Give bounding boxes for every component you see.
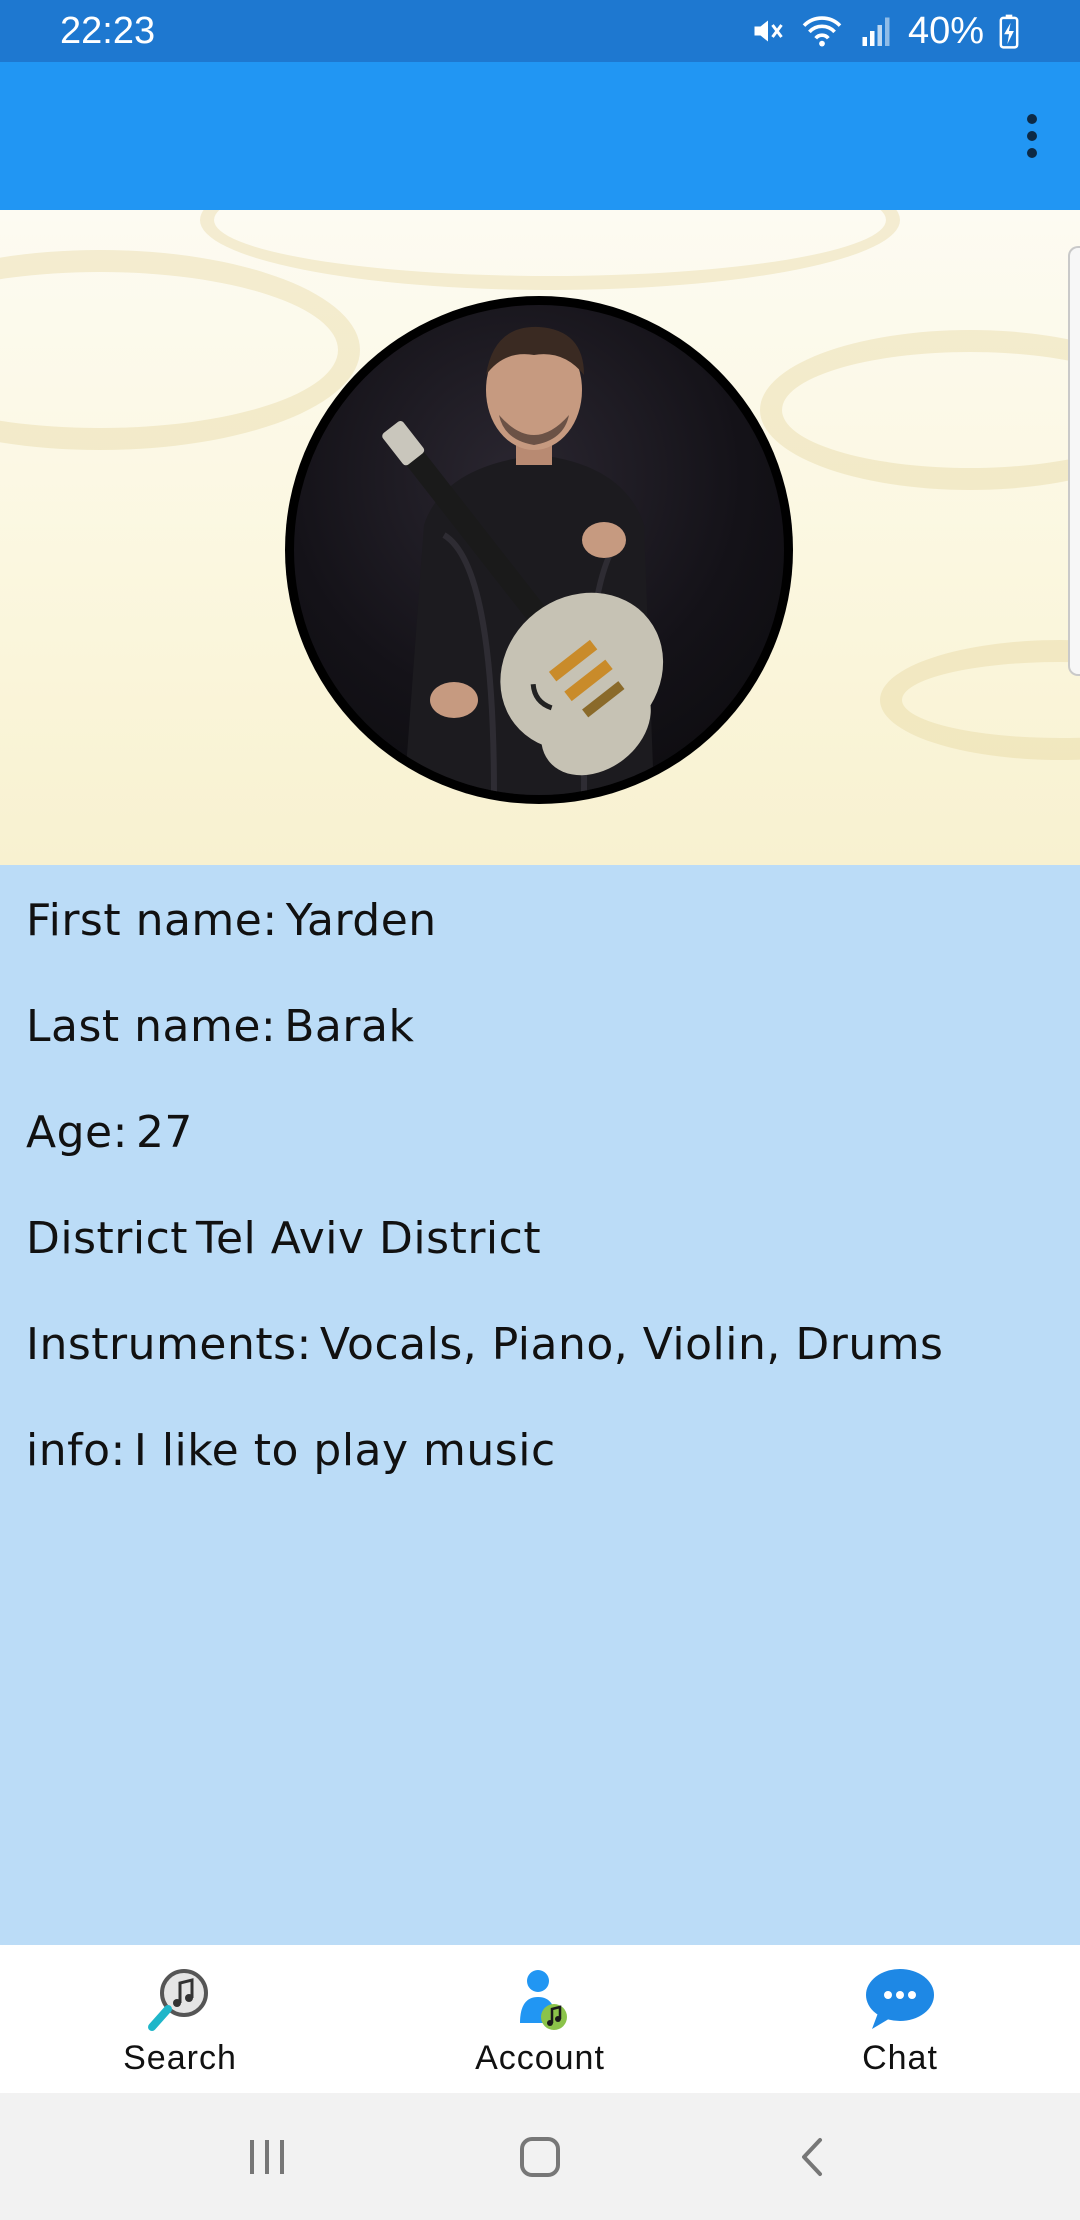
last-name-label: Last name: xyxy=(26,1001,277,1052)
profile-details: First name: Yarden Last name: Barak Age: 27… xyxy=(0,865,1080,1945)
info-row: info: I like to play music xyxy=(26,1425,556,1476)
back-icon[interactable] xyxy=(773,2117,853,2197)
more-vert-icon[interactable] xyxy=(1008,106,1056,166)
age-row: Age: 27 xyxy=(26,1107,193,1158)
info-label: info: xyxy=(26,1425,126,1476)
first-name-row: First name: Yarden xyxy=(26,895,437,946)
decorative-swirl xyxy=(200,210,900,290)
nav-chat-label: Chat xyxy=(862,2039,938,2077)
profile-photo xyxy=(294,305,784,795)
home-icon[interactable] xyxy=(500,2117,580,2197)
battery-charging-icon xyxy=(999,14,1019,49)
account-music-icon xyxy=(520,1970,567,2030)
status-bar: 22:23 40% xyxy=(0,0,1080,62)
system-navigation-bar xyxy=(0,2093,1080,2220)
status-time: 22:23 xyxy=(60,9,156,52)
nav-search[interactable]: Search xyxy=(0,1945,360,2093)
last-name-row: Last name: Barak xyxy=(26,1001,414,1052)
music-search-icon xyxy=(148,1969,208,2031)
recent-apps-icon[interactable] xyxy=(227,2117,307,2197)
district-label: District xyxy=(26,1213,189,1264)
age-value: 27 xyxy=(135,1107,193,1158)
instruments-value: Vocals, Piano, Violin, Drums xyxy=(319,1319,944,1370)
age-label: Age: xyxy=(26,1107,128,1158)
guitarist-illustration xyxy=(382,326,664,795)
status-icons: 40% xyxy=(750,10,1020,53)
instruments-label: Instruments: xyxy=(26,1319,312,1370)
signal-icon xyxy=(862,17,890,46)
app-bar xyxy=(0,62,1080,210)
decorative-swirl xyxy=(760,330,1080,490)
decorative-swirl xyxy=(880,640,1080,760)
wifi-icon xyxy=(802,16,842,47)
district-value: Tel Aviv District xyxy=(196,1213,542,1264)
nav-chat[interactable]: Chat xyxy=(720,1945,1080,2093)
district-row: District Tel Aviv District xyxy=(26,1213,541,1264)
nav-account[interactable]: Account xyxy=(360,1945,720,2093)
chat-bubble-icon xyxy=(866,1969,934,2029)
first-name-value: Yarden xyxy=(285,895,437,946)
first-name-label: First name: xyxy=(26,895,278,946)
profile-banner xyxy=(0,210,1080,865)
decorative-swirl xyxy=(0,250,360,450)
mute-icon xyxy=(754,20,783,42)
nav-search-label: Search xyxy=(123,2039,237,2077)
last-name-value: Barak xyxy=(284,1001,415,1052)
drawer-handle[interactable] xyxy=(1068,246,1080,676)
battery-percent: 40% xyxy=(907,9,984,52)
instruments-row: Instruments: Vocals, Piano, Violin, Drums xyxy=(26,1319,943,1370)
info-value: I like to play music xyxy=(133,1425,556,1476)
avatar[interactable] xyxy=(285,296,793,804)
nav-account-label: Account xyxy=(475,2039,605,2077)
bottom-navigation: Search Account Chat xyxy=(0,1945,1080,2093)
